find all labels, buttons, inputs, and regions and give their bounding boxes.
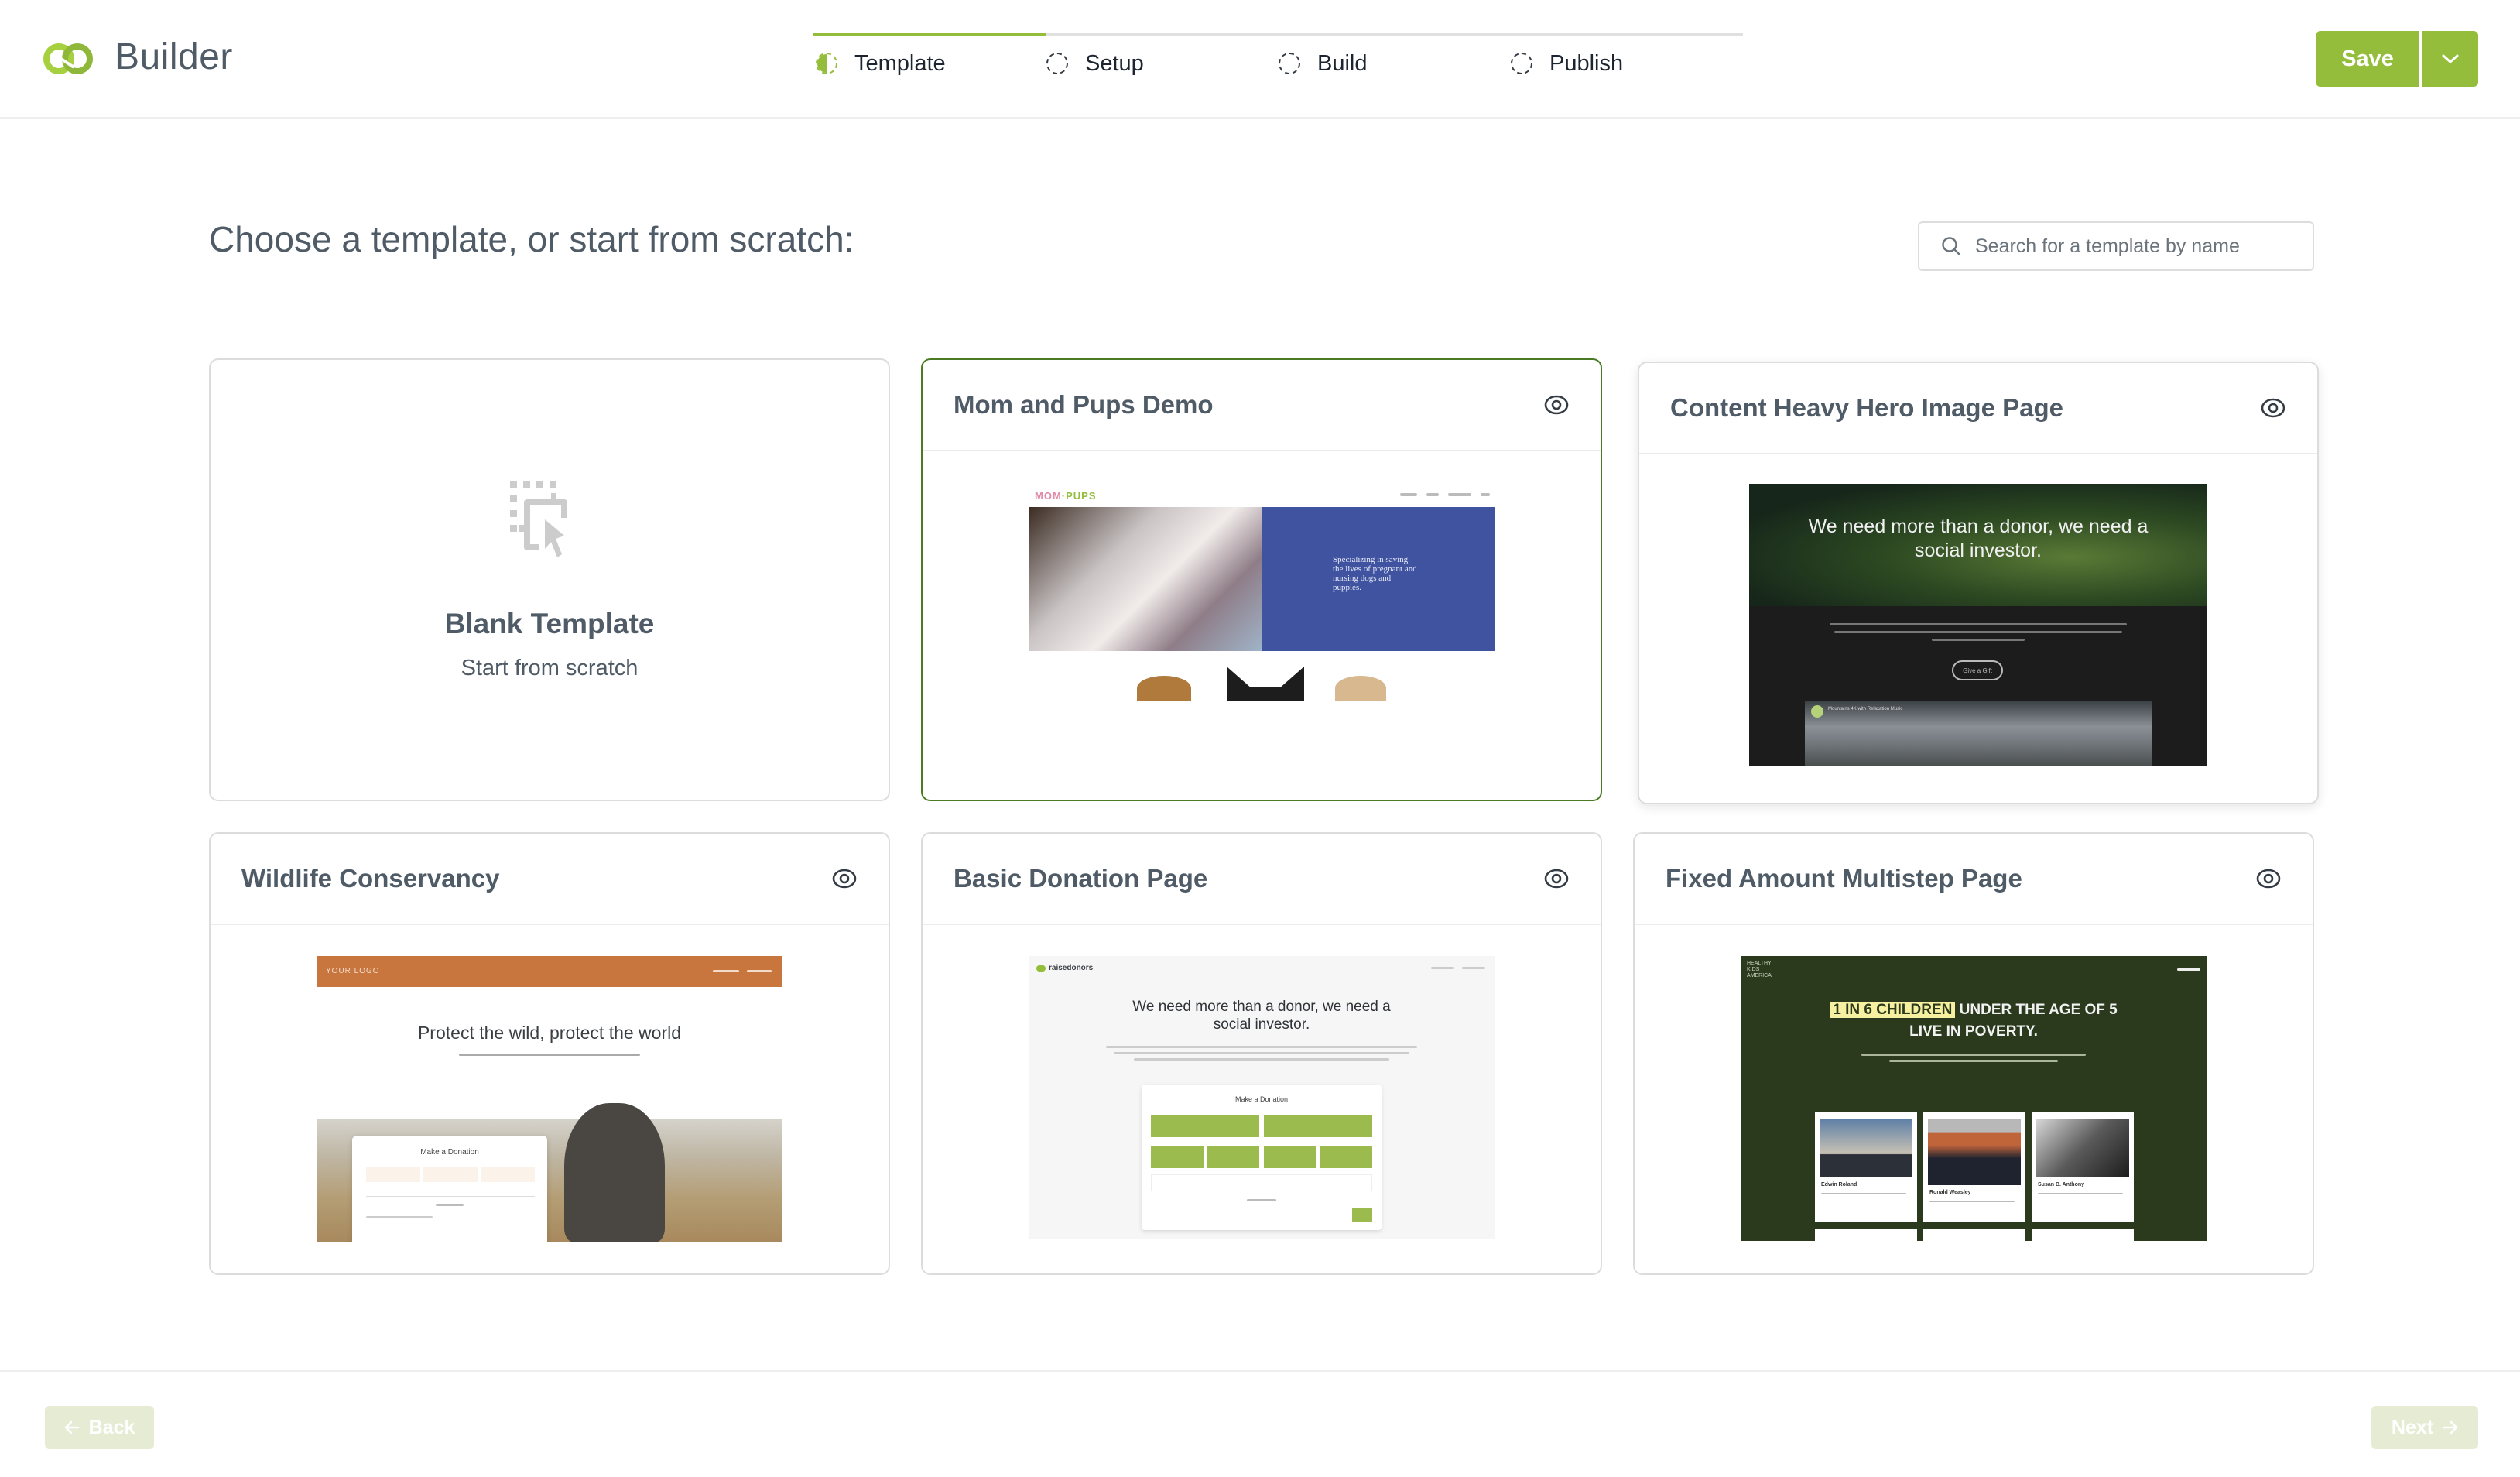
- preview-hero-text: We need more than a donor, we need a soc…: [1132, 999, 1391, 1033]
- preview-hero-text: Protect the wild, protect the world: [417, 1023, 682, 1043]
- preview-hero-panel: Specializing in saving the lives of preg…: [1262, 507, 1495, 651]
- stepper-progress-fill: [813, 33, 1046, 36]
- back-label: Back: [88, 1416, 135, 1438]
- preview-form-title: Make a Donation: [1234, 1095, 1289, 1103]
- template-search[interactable]: [1918, 221, 2314, 271]
- step-build[interactable]: Build: [1279, 48, 1368, 79]
- save-options-button[interactable]: [2422, 31, 2478, 87]
- template-preview: raisedonors We need more than a donor, w…: [1029, 956, 1495, 1239]
- preview-hero-text: Specializing in saving the lives of preg…: [1333, 555, 1417, 592]
- preview-dog-2: [1227, 667, 1304, 701]
- dashed-circle-icon: [1046, 53, 1068, 74]
- arrow-right-icon: [2443, 1420, 2458, 1434]
- template-card-basic-donation[interactable]: Basic Donation Page raisedonors We need …: [921, 832, 1602, 1275]
- search-input[interactable]: [1975, 235, 2300, 258]
- step-label: Setup: [1085, 50, 1144, 76]
- preview-video: Mountains 4K with Relaxation Music: [1805, 701, 2152, 766]
- step-label: Template: [854, 50, 946, 76]
- chevron-down-icon: [2442, 54, 2459, 64]
- preview-form-title: Make a Donation: [420, 1148, 479, 1157]
- template-preview: HEALTHY KIDS AMERICA 1 IN 6 CHILDREN UND…: [1741, 956, 2207, 1241]
- preview-person-name: Susan B. Anthony: [2038, 1182, 2085, 1187]
- preview-leaf-hero: We need more than a donor, we need a soc…: [1749, 484, 2207, 606]
- template-card-mom-and-pups[interactable]: Mom and Pups Demo MOM·PUPS Specializing …: [921, 358, 1602, 801]
- template-preview: We need more than a donor, we need a soc…: [1749, 484, 2207, 766]
- preview-give-button: Give a Gift: [1952, 660, 2003, 680]
- eye-icon[interactable]: [1543, 865, 1570, 892]
- eye-icon[interactable]: [1543, 392, 1570, 418]
- preview-donation-form: Make a Donation: [352, 1136, 547, 1242]
- step-publish[interactable]: Publish: [1511, 48, 1623, 79]
- app-title: Builder: [115, 36, 233, 77]
- eye-icon[interactable]: [831, 865, 858, 892]
- half-filled-circle-icon: [816, 53, 837, 74]
- preview-logo-text: raisedonors: [1049, 964, 1094, 972]
- dashed-circle-icon: [1279, 53, 1300, 74]
- preview-dog-1: [1137, 676, 1191, 701]
- step-label: Publish: [1549, 50, 1624, 76]
- template-preview: MOM·PUPS Specializing in saving the live…: [1029, 484, 1495, 701]
- preview-logo: MOM·PUPS: [1035, 490, 1097, 502]
- template-card-title: Wildlife Conservancy: [241, 864, 500, 893]
- back-button[interactable]: Back: [45, 1406, 154, 1449]
- next-button[interactable]: Next: [2371, 1406, 2478, 1449]
- step-template[interactable]: Template: [816, 48, 946, 79]
- template-card-content-heavy[interactable]: Content Heavy Hero Image Page We need mo…: [1638, 362, 2319, 804]
- template-card-title: Mom and Pups Demo: [954, 390, 1214, 419]
- footer-divider: [0, 1370, 2520, 1372]
- step-setup[interactable]: Setup: [1046, 48, 1144, 79]
- preview-nav: [1400, 493, 1490, 496]
- preview-logo: YOUR LOGO: [326, 967, 380, 975]
- builder-logo-icon: [43, 43, 93, 74]
- preview-hero-photo: [1029, 507, 1262, 651]
- template-card-title: Basic Donation Page: [954, 864, 1208, 893]
- preview-person-card: Edwin Roland: [1815, 1112, 1917, 1222]
- preview-person-name: Ronald Weasley: [1929, 1190, 1971, 1195]
- arrow-left-icon: [64, 1420, 79, 1434]
- template-card-blank[interactable]: Blank Template Start from scratch: [209, 358, 890, 801]
- preview-logo: HEALTHY KIDS AMERICA: [1747, 961, 1772, 978]
- blank-template-title: Blank Template: [444, 607, 655, 639]
- preview-highlight: 1 IN 6 CHILDREN: [1830, 1002, 1956, 1018]
- preview-video-title: Mountains 4K with Relaxation Music: [1828, 707, 1903, 711]
- preview-person-name: Edwin Roland: [1821, 1182, 1857, 1187]
- preview-logo: raisedonors: [1036, 964, 1093, 972]
- preview-person-card: Susan B. Anthony: [2032, 1112, 2134, 1222]
- save-button[interactable]: Save: [2316, 31, 2419, 87]
- top-bar: Builder Template Setup Build Publish Sav…: [0, 0, 2520, 119]
- save-button-group: Save: [2316, 31, 2478, 87]
- step-label: Build: [1317, 50, 1368, 76]
- preview-hero-text: 1 IN 6 CHILDREN UNDER THE AGE OF 5 LIVE …: [1815, 999, 2132, 1043]
- preview-person-card: Ronald Weasley: [1923, 1112, 2025, 1222]
- preview-hero-text: We need more than a donor, we need a soc…: [1808, 516, 2149, 561]
- select-cursor-icon: [510, 480, 567, 557]
- preview-dog-3: [1335, 676, 1386, 701]
- next-label: Next: [2391, 1416, 2434, 1438]
- preview-elephant: [564, 1103, 665, 1242]
- template-card-title: Fixed Amount Multistep Page: [1666, 864, 2022, 893]
- template-card-title: Content Heavy Hero Image Page: [1670, 393, 2063, 422]
- eye-icon[interactable]: [2260, 395, 2286, 421]
- page-heading: Choose a template, or start from scratch…: [209, 219, 854, 259]
- blank-template-subtitle: Start from scratch: [461, 655, 639, 680]
- preview-donation-form: Make a Donation: [1142, 1085, 1382, 1230]
- template-card-fixed-amount[interactable]: Fixed Amount Multistep Page HEALTHY KIDS…: [1633, 832, 2314, 1275]
- search-icon: [1942, 237, 1960, 255]
- dashed-circle-icon: [1511, 53, 1532, 74]
- template-preview: YOUR LOGO Protect the wild, protect the …: [317, 956, 782, 1242]
- eye-icon[interactable]: [2255, 865, 2282, 892]
- template-card-wildlife[interactable]: Wildlife Conservancy YOUR LOGO Protect t…: [209, 832, 890, 1275]
- preview-topbar: YOUR LOGO: [317, 956, 782, 987]
